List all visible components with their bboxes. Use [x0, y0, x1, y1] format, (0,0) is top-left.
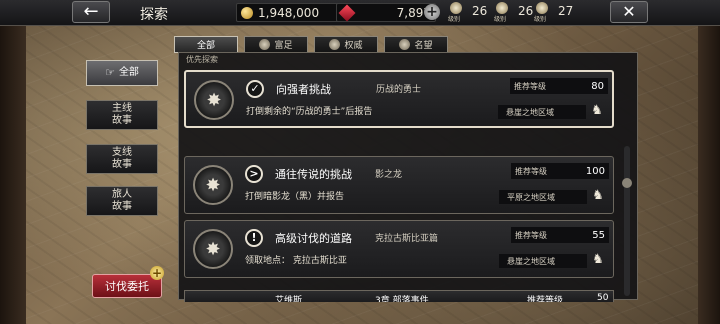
quest-card-partial[interactable]: 艾维斯 3章 部落事件 推荐等级 50 [184, 290, 614, 302]
gold-value: 1,948,000 [258, 5, 320, 20]
top-bar: ← 探索 1,948,000 7,897 + 级别 26 级别 26 级别 27… [0, 0, 720, 26]
exclamation-icon: ! [245, 229, 263, 247]
rank-3: 级别 27 [534, 2, 574, 23]
add-gems-button[interactable]: + [424, 4, 440, 20]
horse-icon: ♞ [591, 103, 603, 118]
quest-title: 高级讨伐的道路 [275, 232, 352, 245]
compass-emblem-icon: ✸ [193, 229, 233, 269]
plus-badge-icon: + [150, 266, 164, 280]
quest-description: 打倒剩余的“历战的勇士”后报告 [246, 107, 373, 117]
sidebar-item-traveler-story[interactable]: 旅人 故事 [86, 186, 158, 216]
quest-card[interactable]: ✸ ! 高级讨伐的道路 克拉古斯比亚篇 领取地点： 克拉古斯比亚 推荐等级 55 … [184, 220, 614, 278]
quest-subtitle: 克拉古斯比亚篇 [375, 234, 439, 244]
page-title: 探索 [140, 7, 168, 23]
quest-title: 通往传说的挑战 [275, 168, 352, 181]
arrow-icon: > [245, 165, 263, 183]
quest-title: 向强者挑战 [276, 83, 331, 96]
quest-card[interactable]: ✸ ✓ 向强者挑战 历战的勇士 打倒剩余的“历战的勇士”后报告 推荐等级 80 悬… [184, 70, 614, 128]
rank-badge-icon: 级别 [448, 2, 464, 23]
rank-badge-icon: 级别 [494, 2, 510, 23]
compass-emblem-icon: ✸ [194, 80, 234, 120]
pointing-hand-icon: ☞ [105, 66, 115, 79]
close-button[interactable]: ✕ [610, 1, 648, 23]
gem-counter: 7,897 [336, 3, 436, 22]
tab-fame[interactable]: 名望 [384, 36, 448, 53]
horse-icon: ♞ [592, 252, 604, 267]
quest-card[interactable]: ✸ > 通往传说的挑战 影之龙 打倒暗影龙（黑）并报告 推荐等级 100 平原之地… [184, 156, 614, 214]
quest-subtitle: 影之龙 [375, 170, 403, 180]
tab-wealth[interactable]: 富足 [244, 36, 308, 53]
region-label: 平原之地区域 [499, 190, 587, 204]
horse-icon: ♞ [592, 188, 604, 203]
authority-icon [329, 39, 341, 50]
gold-counter: 1,948,000 [236, 3, 346, 22]
quest-description: 打倒暗影龙（黑）并报告 [245, 192, 345, 202]
priority-label: 优先探索 [186, 55, 218, 64]
left-border [0, 0, 26, 324]
scrollbar-track[interactable] [624, 146, 630, 296]
sidebar-item-main-story[interactable]: 主线 故事 [86, 100, 158, 130]
wealth-icon [259, 39, 271, 50]
back-button[interactable]: ← [72, 1, 110, 23]
scrollbar-thumb[interactable] [622, 178, 632, 188]
recommended-level: 推荐等级 100 [511, 163, 609, 179]
recommended-level: 推荐等级 55 [511, 227, 609, 243]
coin-icon [241, 6, 253, 19]
check-icon: ✓ [246, 80, 264, 98]
compass-emblem-icon: ✸ [193, 165, 233, 205]
quest-description: 领取地点： 克拉古斯比亚 [245, 256, 347, 266]
close-icon: ✕ [622, 2, 636, 21]
fame-icon [399, 39, 411, 50]
gem-icon [338, 4, 356, 21]
rank-2: 级别 26 [494, 2, 534, 23]
right-border [698, 0, 720, 324]
level-label: 推荐等级 [527, 296, 564, 302]
sidebar-item-all[interactable]: ☞ 全部 [86, 60, 158, 86]
level-value: 50 [597, 293, 609, 302]
region-label: 悬崖之地区域 [498, 105, 586, 119]
recommended-level: 推荐等级 80 [510, 78, 608, 94]
tab-authority[interactable]: 权威 [314, 36, 378, 53]
region-label: 悬崖之地区域 [499, 254, 587, 268]
quest-subtitle: 3章 部落事件 [375, 296, 429, 302]
back-arrow-icon: ← [83, 1, 99, 22]
tab-all[interactable]: 全部 [174, 36, 238, 53]
quest-subtitle: 历战的勇士 [376, 85, 422, 95]
sidebar-item-side-story[interactable]: 支线 故事 [86, 144, 158, 174]
rank-badge-icon: 级别 [534, 2, 550, 23]
quest-title: 艾维斯 [275, 296, 303, 302]
rank-1: 级别 26 [448, 2, 488, 23]
